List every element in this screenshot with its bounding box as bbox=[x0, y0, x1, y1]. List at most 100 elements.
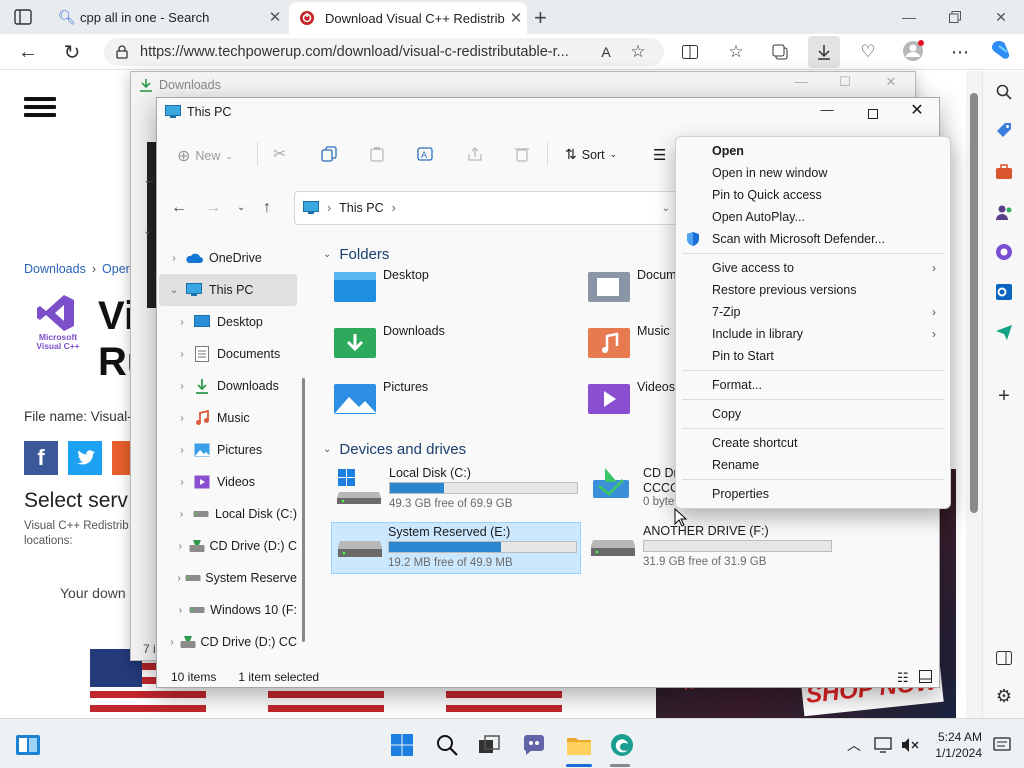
address-bar[interactable]: https://www.techpowerup.com/download/vis… bbox=[104, 38, 664, 66]
details-view-icon[interactable]: ☷ bbox=[897, 670, 909, 686]
more-options-icon[interactable]: ⋯ bbox=[944, 36, 976, 68]
context-menu-item[interactable]: Format... bbox=[676, 374, 950, 396]
nav-item[interactable]: › Pictures bbox=[159, 434, 297, 466]
tab-search[interactable]: 🔍︎ cpp all in one - Search ✕ bbox=[48, 0, 286, 34]
folders-heading[interactable]: ⌄ Folders bbox=[323, 246, 389, 263]
context-menu-item[interactable]: Properties bbox=[676, 483, 950, 505]
volume-muted-icon[interactable] bbox=[896, 731, 924, 759]
hamburger-menu-icon[interactable] bbox=[24, 95, 56, 119]
nav-item[interactable]: › Downloads bbox=[159, 370, 297, 402]
minimize-button[interactable]: — bbox=[805, 102, 849, 126]
chevron-right-icon[interactable]: › bbox=[165, 637, 179, 648]
add-sidebar-app-icon[interactable]: + bbox=[983, 379, 1024, 413]
folder-item[interactable]: Pictures bbox=[333, 374, 428, 422]
address-dropdown-icon[interactable]: ⌄ bbox=[662, 203, 670, 214]
new-button[interactable]: ⊕ New ⌄ bbox=[177, 146, 233, 166]
context-menu-item[interactable]: Scan with Microsoft Defender... bbox=[676, 228, 950, 250]
nav-item[interactable]: › Documents bbox=[159, 338, 297, 370]
context-menu-item[interactable]: Pin to Quick access bbox=[676, 184, 950, 206]
drive-item[interactable]: ANOTHER DRIVE (F:) 31.9 GB free of 31.9 G… bbox=[587, 522, 835, 578]
nav-item[interactable]: › Desktop bbox=[159, 306, 297, 338]
chevron-right-icon[interactable]: › bbox=[173, 573, 185, 584]
context-menu-item[interactable]: Open bbox=[676, 140, 950, 162]
start-icon[interactable] bbox=[388, 731, 416, 759]
context-menu-item[interactable]: Copy bbox=[676, 403, 950, 425]
people-icon[interactable] bbox=[983, 195, 1024, 229]
taskbar-search-icon[interactable] bbox=[433, 731, 461, 759]
nav-item[interactable]: › OneDrive bbox=[159, 242, 297, 274]
profile-avatar[interactable] bbox=[902, 40, 924, 62]
maximize-button[interactable]: ☐ bbox=[825, 74, 865, 98]
shopping-tag-icon[interactable] bbox=[983, 113, 1024, 147]
share-icon[interactable] bbox=[467, 146, 483, 162]
folder-item[interactable]: Downloads bbox=[333, 318, 445, 366]
chevron-right-icon[interactable]: › bbox=[173, 509, 190, 520]
outlook-icon[interactable] bbox=[983, 275, 1024, 309]
twitter-share-button[interactable] bbox=[68, 441, 102, 475]
context-menu-item[interactable]: Create shortcut bbox=[676, 432, 950, 454]
chevron-right-icon[interactable]: › bbox=[173, 317, 191, 328]
chevron-down-icon[interactable]: ⌄ bbox=[165, 285, 183, 296]
lock-icon[interactable] bbox=[116, 45, 128, 59]
page-scrollbar[interactable] bbox=[966, 71, 982, 718]
chevron-right-icon[interactable]: › bbox=[173, 477, 191, 488]
breadcrumb-downloads[interactable]: Downloads bbox=[24, 262, 86, 276]
tools-icon[interactable] bbox=[983, 155, 1024, 189]
context-menu-item[interactable]: Rename bbox=[676, 454, 950, 476]
clock[interactable]: 5:24 AM 1/1/2024 bbox=[930, 729, 982, 761]
up-button[interactable]: ↑ bbox=[263, 199, 271, 217]
folder-item[interactable]: Music bbox=[587, 318, 670, 366]
folder-item[interactable]: Videos bbox=[587, 374, 675, 422]
nav-item[interactable]: › Videos bbox=[159, 466, 297, 498]
new-tab-button[interactable]: + bbox=[534, 5, 547, 31]
chevron-right-icon[interactable]: › bbox=[173, 605, 188, 616]
back-button[interactable]: ← bbox=[12, 36, 44, 68]
context-menu-item[interactable]: Pin to Start bbox=[676, 345, 950, 367]
nav-pane-scrollbar[interactable] bbox=[302, 378, 305, 642]
widgets-icon[interactable] bbox=[14, 731, 42, 759]
nav-item[interactable]: › CD Drive (D:) C bbox=[159, 530, 297, 562]
chevron-down-icon[interactable]: ⌄ bbox=[143, 226, 151, 237]
tab-download[interactable]: Download Visual C++ Redistribu ✕ bbox=[289, 2, 527, 34]
chevron-right-icon[interactable]: › bbox=[173, 381, 191, 392]
maximize-button[interactable] bbox=[851, 102, 895, 126]
split-screen-icon[interactable] bbox=[674, 36, 706, 68]
back-button[interactable]: ← bbox=[171, 199, 187, 217]
forward-button[interactable]: → bbox=[205, 199, 221, 217]
nav-item[interactable]: › Music bbox=[159, 402, 297, 434]
drive-item[interactable]: Local Disk (C:) 49.3 GB free of 69.9 GB bbox=[333, 464, 581, 520]
read-aloud-icon[interactable]: A bbox=[590, 36, 622, 68]
back-arrow-icon[interactable]: ← bbox=[143, 172, 156, 187]
nav-item[interactable]: ⌄ This PC bbox=[159, 274, 297, 306]
browser-essentials-icon[interactable]: ♡ bbox=[852, 36, 884, 68]
network-icon[interactable] bbox=[870, 731, 898, 759]
sort-button[interactable]: ⇅ Sort ⌄ bbox=[565, 146, 617, 163]
rename-icon[interactable]: A bbox=[417, 146, 435, 162]
microsoft365-icon[interactable] bbox=[983, 235, 1024, 269]
task-view-icon[interactable] bbox=[475, 731, 503, 759]
facebook-share-button[interactable]: f bbox=[24, 441, 58, 475]
teams-chat-icon[interactable] bbox=[520, 731, 548, 759]
favorite-star-icon[interactable]: ☆ bbox=[622, 36, 654, 68]
chevron-right-icon[interactable]: › bbox=[173, 413, 191, 424]
chevron-right-icon[interactable]: › bbox=[173, 349, 191, 360]
context-menu-item[interactable]: Include in library › bbox=[676, 323, 950, 345]
chevron-right-icon[interactable]: › bbox=[173, 445, 191, 456]
nav-item[interactable]: › Local Disk (C:) bbox=[159, 498, 297, 530]
cut-icon[interactable]: ✂ bbox=[273, 144, 286, 164]
nav-item[interactable]: › Windows 10 (F: bbox=[159, 594, 297, 626]
folder-item[interactable]: Docum bbox=[587, 262, 677, 310]
chevron-right-icon[interactable]: › bbox=[173, 541, 188, 552]
collections-icon[interactable] bbox=[764, 36, 796, 68]
settings-gear-icon[interactable]: ⚙ bbox=[983, 679, 1024, 713]
paste-icon[interactable] bbox=[369, 146, 385, 162]
file-explorer-taskbar-icon[interactable] bbox=[565, 731, 593, 759]
devices-heading[interactable]: ⌄ Devices and drives bbox=[323, 441, 466, 458]
close-tab-icon[interactable]: ✕ bbox=[264, 8, 286, 26]
context-menu-item[interactable]: Give access to › bbox=[676, 257, 950, 279]
context-menu-item[interactable]: Open in new window bbox=[676, 162, 950, 184]
nav-item[interactable]: › CD Drive (D:) CC bbox=[159, 626, 297, 658]
folder-item[interactable]: Desktop bbox=[333, 262, 429, 310]
chevron-right-icon[interactable]: › bbox=[165, 253, 183, 264]
close-button[interactable]: ✕ bbox=[895, 100, 939, 124]
